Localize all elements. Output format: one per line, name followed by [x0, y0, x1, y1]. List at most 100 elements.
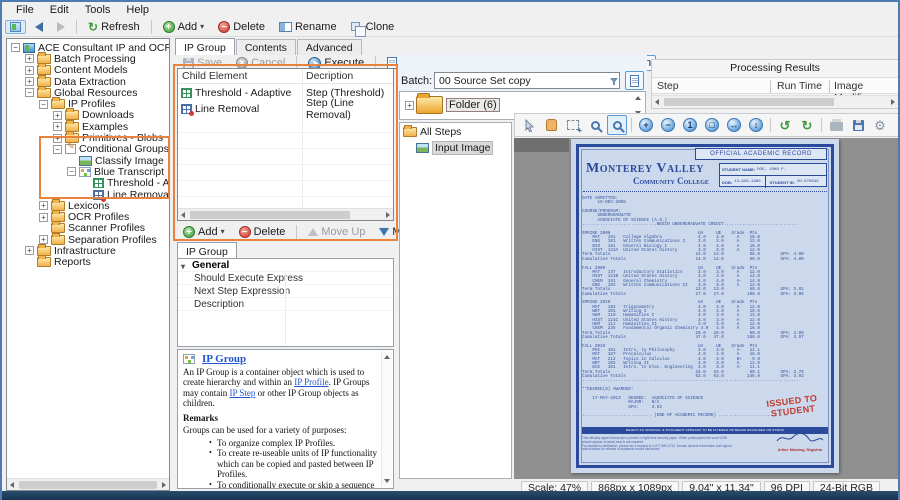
tree-expander[interactable]: − — [39, 100, 48, 109]
tree-item-blue-transcript-ip[interactable]: −Blue Transcript IP — [9, 166, 169, 177]
tree-item-content-models[interactable]: +Content Models — [9, 65, 169, 76]
scrollbar-thumb[interactable] — [664, 98, 834, 106]
column-child-element[interactable]: Child Element — [182, 70, 247, 82]
tree-item-lexicons[interactable]: +Lexicons — [9, 200, 169, 211]
tree-item-threshold-adaptive[interactable]: Threshold - Adaptive — [9, 178, 169, 189]
column-run-time[interactable]: Run Time — [777, 80, 822, 92]
menu-help[interactable]: Help — [118, 4, 157, 16]
threshold-icon — [93, 178, 104, 188]
tree-expander[interactable]: + — [25, 246, 34, 255]
zoom-out-button[interactable]: − — [658, 115, 678, 135]
list-add-button[interactable]: +Add▾ — [178, 224, 230, 240]
tree-expander[interactable]: + — [39, 201, 48, 210]
rotate-right-button[interactable]: ↻ — [797, 115, 817, 135]
column-step[interactable]: Step — [657, 80, 679, 92]
tree-expander[interactable]: + — [25, 66, 34, 75]
tree-expander[interactable]: + — [25, 77, 34, 86]
panel-toggle-button[interactable] — [5, 20, 26, 34]
tree-item-primitives-blobs[interactable]: +Primitives - Blobs — [9, 132, 169, 143]
tree-horizontal-scrollbar[interactable] — [7, 478, 169, 490]
print-button[interactable] — [826, 115, 846, 135]
menu-tools[interactable]: Tools — [77, 4, 119, 16]
tab-advanced[interactable]: Advanced — [297, 39, 362, 55]
steps-input-image-item[interactable]: Input Image — [400, 138, 511, 155]
tree-expander[interactable]: + — [25, 54, 34, 63]
image-canvas[interactable]: OFFICIAL ACADEMIC RECORD Monterey Valley… — [514, 138, 900, 479]
tree-item-examples[interactable]: +Examples — [9, 121, 169, 132]
tree-expander[interactable]: − — [53, 145, 62, 154]
tab-contents[interactable]: Contents — [236, 39, 296, 55]
steps-root-item[interactable]: All Steps — [400, 123, 511, 138]
menu-edit[interactable]: Edit — [42, 4, 77, 16]
refresh-button[interactable]: ↻Refresh — [83, 19, 145, 35]
tree-item-ocr-profiles[interactable]: +OCR Profiles — [9, 211, 169, 222]
property-group-general[interactable]: ▾General — [178, 259, 393, 272]
tree-item-global-resources[interactable]: −Global Resources — [9, 87, 169, 98]
add-button[interactable]: +Add▾ — [158, 19, 210, 35]
select-region-button[interactable] — [563, 115, 583, 135]
save-image-button[interactable] — [848, 115, 868, 135]
tree-expander[interactable]: + — [405, 101, 414, 110]
list-row-line-removal[interactable]: Line Removal Step (Line Removal) — [178, 101, 393, 117]
scrollbar-thumb[interactable] — [190, 211, 350, 219]
tree-expander[interactable]: − — [67, 167, 76, 176]
tree-item-conditional-groups[interactable]: −Conditional Groups — [9, 144, 169, 155]
menu-file[interactable]: File — [8, 4, 42, 16]
tree-expander[interactable]: + — [53, 122, 62, 131]
zoom-in-button[interactable]: + — [636, 115, 656, 135]
delete-button[interactable]: −Delete — [213, 19, 270, 35]
results-horizontal-scrollbar[interactable] — [652, 95, 898, 108]
tree-item-reports[interactable]: Reports — [9, 257, 169, 268]
clone-button[interactable]: Clone — [346, 19, 400, 35]
tree-item-label: Classify Image — [95, 155, 164, 167]
tree-item-root[interactable]: −ACE Consultant IP and OCR — [9, 42, 169, 53]
tree-item-data-extraction[interactable]: +Data Extraction — [9, 76, 169, 87]
tree-expander[interactable]: + — [39, 213, 48, 222]
zoom-fit-height-button[interactable]: ↕ — [746, 115, 766, 135]
rotate-left-button[interactable]: ↺ — [775, 115, 795, 135]
tree-item-scanner-profiles[interactable]: Scanner Profiles — [9, 223, 169, 234]
spinner-up-icon[interactable] — [635, 96, 641, 100]
student-name-label: STUDENT NAME: — [722, 167, 755, 172]
help-title-link[interactable]: IP Group — [202, 354, 246, 365]
tree-item-downloads[interactable]: +Downloads — [9, 110, 169, 121]
list-delete-button[interactable]: −Delete — [234, 224, 291, 240]
column-decription[interactable]: Decription — [306, 70, 353, 82]
pointer-tool-button[interactable] — [519, 115, 539, 135]
page-icon — [630, 75, 639, 87]
tree-expander[interactable]: + — [53, 134, 62, 143]
viewer-settings-button[interactable]: ⚙ — [870, 115, 890, 135]
batch-combobox[interactable]: 00 Source Set copy — [434, 72, 620, 89]
move-up-button[interactable]: Move Up — [303, 224, 370, 240]
tree-item-separation-profiles[interactable]: +Separation Profiles — [9, 234, 169, 245]
ip-profile-link[interactable]: IP Profile — [294, 377, 328, 387]
menu-bar: File Edit Tools Help — [2, 2, 898, 17]
tree-item-batch-processing[interactable]: +Batch Processing — [9, 53, 169, 64]
scrollbar-thumb[interactable] — [19, 481, 157, 489]
property-tab-ip-group[interactable]: IP Group — [177, 242, 237, 259]
list-horizontal-scrollbar[interactable] — [178, 208, 393, 220]
tree-expander[interactable]: − — [25, 88, 34, 97]
magnifier-tool-button[interactable] — [607, 115, 627, 135]
back-button[interactable] — [30, 20, 48, 34]
page-view-button[interactable] — [625, 71, 644, 90]
zoom-fit-button[interactable]: □ — [702, 115, 722, 135]
zoom-region-button[interactable] — [585, 115, 605, 135]
folder-label[interactable]: Folder (6) — [446, 98, 500, 112]
tree-item-line-removal[interactable]: Line Removal — [9, 189, 169, 200]
tree-item-classify-image[interactable]: Classify Image — [9, 155, 169, 166]
tree-expander[interactable]: + — [53, 111, 62, 120]
tree-expander[interactable]: + — [39, 235, 48, 244]
rename-button[interactable]: Rename — [274, 19, 342, 35]
tree-item-ip-profiles[interactable]: −IP Profiles — [9, 98, 169, 109]
zoom-fit-width-button[interactable]: ↔ — [724, 115, 744, 135]
zoom-actual-button[interactable]: 1 — [680, 115, 700, 135]
chevron-down-icon: ▾ — [200, 22, 204, 31]
pan-tool-button[interactable] — [541, 115, 561, 135]
tree-expander[interactable]: − — [11, 43, 20, 52]
ip-step-link[interactable]: IP Step — [230, 388, 256, 398]
help-scrollbar[interactable] — [381, 351, 392, 487]
tree-item-infrastructure[interactable]: +Infrastructure — [9, 245, 169, 256]
forward-button[interactable] — [52, 20, 70, 34]
tab-ip-group[interactable]: IP Group — [175, 38, 235, 55]
